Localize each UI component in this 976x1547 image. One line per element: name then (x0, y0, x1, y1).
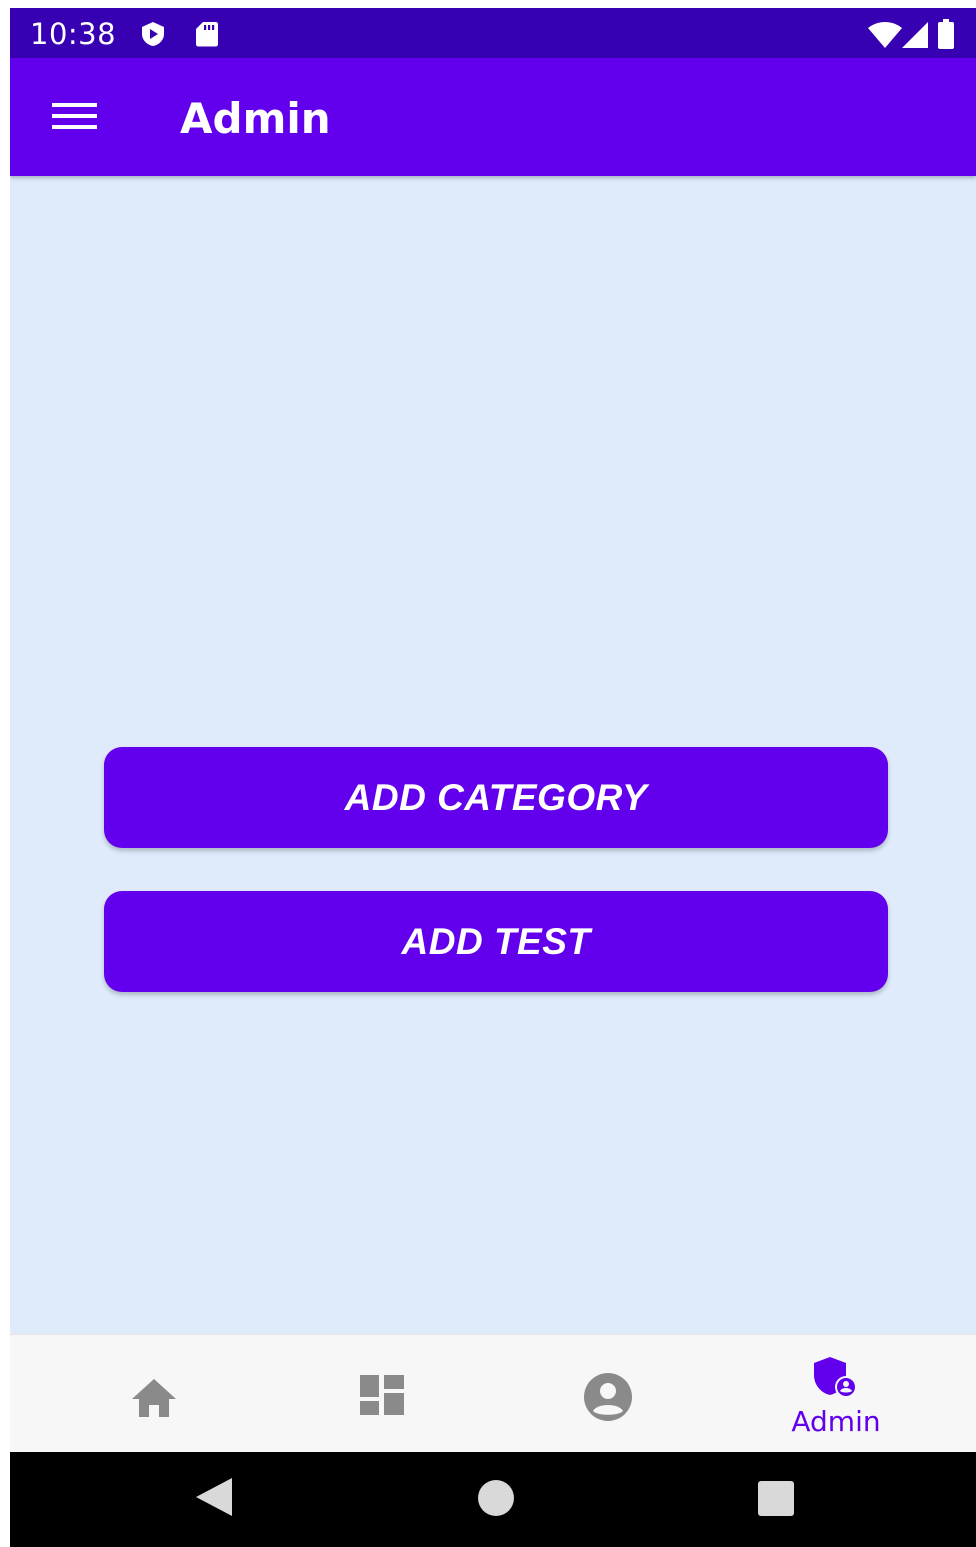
battery-icon (938, 19, 954, 49)
home-circle-icon[interactable] (478, 1480, 514, 1516)
nav-item-account[interactable] (498, 1335, 726, 1453)
back-icon[interactable] (196, 1478, 232, 1516)
status-time: 10:38 (30, 17, 117, 51)
page-title: Admin (180, 94, 331, 143)
nav-item-dashboard[interactable] (270, 1335, 498, 1453)
app-bar: Admin (10, 58, 976, 176)
sd-card-icon (196, 22, 218, 47)
admin-shield-icon (814, 1357, 857, 1398)
nav-label-admin: Admin (791, 1405, 881, 1438)
home-icon (132, 1379, 176, 1417)
recents-icon[interactable] (758, 1481, 794, 1516)
status-bar: 10:38 (10, 8, 976, 58)
play-protect-icon (142, 22, 164, 46)
bottom-navigation: Admin (10, 1334, 976, 1453)
cell-signal-icon (902, 22, 928, 48)
dashboard-icon (360, 1375, 404, 1415)
add-category-button[interactable]: ADD CATEGORY (104, 747, 888, 848)
menu-button[interactable] (36, 86, 97, 146)
account-circle-icon (584, 1373, 632, 1421)
add-test-button[interactable]: ADD TEST (104, 891, 888, 992)
app-screen: 10:38 Admin ADD CATEGORY ADD TEST Admin (10, 8, 976, 1547)
system-navigation-bar (10, 1452, 976, 1547)
wifi-icon (868, 22, 902, 48)
nav-item-admin[interactable]: Admin (722, 1335, 950, 1453)
nav-item-home[interactable] (42, 1335, 270, 1453)
